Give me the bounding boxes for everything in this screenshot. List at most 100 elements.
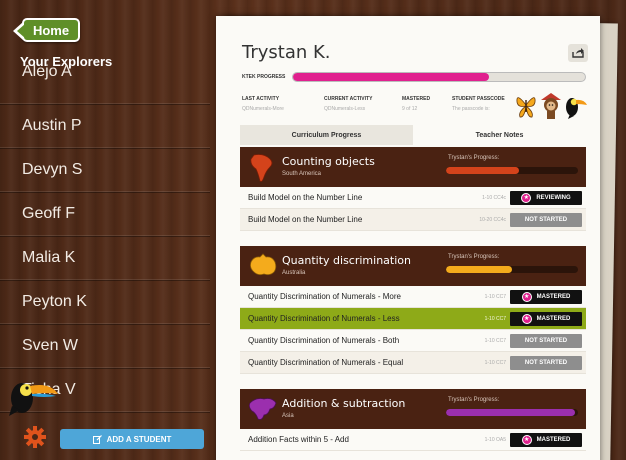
last-activity: LAST ACTIVITY QDNumerals-More	[242, 96, 284, 112]
status-badge: NOT STARTED	[510, 333, 582, 348]
australia-map-icon	[250, 253, 277, 276]
star-icon: ★	[521, 434, 532, 445]
student-item[interactable]: Peyton K	[0, 280, 210, 324]
lesson-row[interactable]: Quantity Discrimination of Numerals - Le…	[240, 308, 586, 330]
student-item[interactable]: Alejo A	[0, 60, 210, 104]
section-progress-label: Trystan's Progress:	[448, 155, 500, 161]
lesson-row[interactable]: Quantity Discrimination of Numerals - Bo…	[240, 330, 586, 352]
lesson-standard: 1-10 CC7	[484, 359, 506, 366]
star-icon: ★	[521, 291, 532, 302]
tab-bar: Curriculum Progress Teacher Notes	[240, 125, 586, 145]
section-title: Addition & subtraction	[282, 397, 406, 410]
student-name: Devyn S	[22, 160, 83, 178]
lesson-name: Addition Facts within 5 - Add	[248, 435, 349, 444]
ktek-progress-fill	[293, 73, 489, 81]
status-label: NOT STARTED	[524, 216, 568, 223]
status-label: MASTERED	[536, 293, 571, 300]
status-label: NOT STARTED	[524, 337, 568, 344]
student-name: Malia K	[22, 248, 76, 266]
passcode-label: STUDENT PASSCODE	[452, 96, 505, 102]
current-activity-label: CURRENT ACTIVITY	[324, 96, 373, 102]
section-progress-label: Trystan's Progress:	[448, 397, 500, 403]
toucan-passcode-icon	[566, 98, 587, 119]
lesson-standard: 10-20 CC4c	[479, 216, 506, 223]
lesson-row[interactable]: Addition Facts within 5 - Add 1-10 OA5 ★…	[240, 429, 586, 451]
lesson-row[interactable]: Build Model on the Number Line 1-10 CC4c…	[240, 187, 586, 209]
section-title: Counting objects	[282, 155, 375, 168]
lesson-name: Quantity Discrimination of Numerals - Eq…	[248, 358, 404, 367]
lesson-standard: 1-10 CC7	[484, 293, 506, 300]
star-icon: ★	[521, 192, 532, 203]
student-passcode: STUDENT PASSCODE The passcode is:	[452, 96, 505, 112]
section-progress-bar	[446, 266, 578, 273]
status-badge: ★ MASTERED	[510, 432, 582, 447]
home-label: Home	[32, 22, 70, 38]
student-detail-panel: Trystan K. KTEK PROGRESS LAST ACTIVITY Q…	[216, 16, 600, 460]
south-america-map-icon	[250, 154, 273, 182]
sidebar: Home Your Explorers Alejo A Austin P Dev…	[0, 0, 210, 460]
section-progress-bar	[446, 409, 578, 416]
lesson-standard: 1-10 CC7	[484, 315, 506, 322]
student-item[interactable]: Geoff F	[0, 192, 210, 236]
lesson-name: Build Model on the Number Line	[248, 215, 363, 224]
tab-curriculum-progress[interactable]: Curriculum Progress	[240, 125, 413, 145]
student-item[interactable]: Devyn S	[0, 148, 210, 192]
section-subtitle: South America	[282, 171, 322, 177]
section-header: Counting objects South America Trystan's…	[240, 147, 586, 187]
lesson-row[interactable]: Quantity Discrimination of Numerals - Mo…	[240, 286, 586, 308]
butterfly-icon	[516, 97, 536, 118]
status-label: MASTERED	[536, 315, 571, 322]
edit-icon	[92, 434, 102, 444]
add-student-button[interactable]: ADD A STUDENT	[60, 429, 204, 449]
mastered-value: 9 of 12	[402, 106, 418, 112]
lesson-name: Quantity Discrimination of Numerals - Bo…	[248, 336, 400, 345]
asia-map-icon	[248, 398, 277, 420]
section-progress-bar	[446, 167, 578, 174]
lesson-name: Quantity Discrimination of Numerals - Mo…	[248, 292, 401, 301]
add-student-label: ADD A STUDENT	[106, 434, 172, 444]
section-subtitle: Asia	[282, 413, 294, 419]
student-name: Sven W	[22, 336, 79, 354]
section-header: Quantity discrimination Australia Trysta…	[240, 246, 586, 286]
lesson-name: Build Model on the Number Line	[248, 193, 363, 202]
status-badge: ★ MASTERED	[510, 311, 582, 326]
section-progress-label: Trystan's Progress:	[448, 254, 500, 260]
last-activity-value: QDNumerals-More	[242, 106, 284, 112]
status-badge: NOT STARTED	[510, 212, 582, 227]
share-button[interactable]	[568, 44, 588, 62]
status-label: NOT STARTED	[524, 359, 568, 366]
current-activity: CURRENT ACTIVITY QDNumerals-Less	[324, 96, 372, 112]
section-subtitle: Australia	[282, 270, 306, 276]
mastered-label: MASTERED	[402, 96, 431, 102]
last-activity-label: LAST ACTIVITY	[242, 96, 280, 102]
lesson-name: Quantity Discrimination of Numerals - Le…	[248, 314, 400, 323]
student-name: Austin P	[22, 116, 82, 134]
share-icon	[572, 48, 584, 58]
status-label: MASTERED	[536, 436, 571, 443]
student-item[interactable]: Austin P	[0, 104, 210, 148]
section-progress-fill	[446, 266, 512, 273]
student-name: Peyton K	[22, 292, 87, 310]
status-badge: ★ MASTERED	[510, 289, 582, 304]
ktek-progress-bar	[292, 72, 586, 82]
home-button[interactable]: Home	[13, 18, 80, 42]
lesson-row[interactable]: Build Model on the Number Line 10-20 CC4…	[240, 209, 586, 231]
gear-icon[interactable]	[24, 426, 46, 448]
student-item[interactable]: Sven W	[0, 324, 210, 368]
lesson-row[interactable]: Quantity Discrimination of Numerals - Eq…	[240, 352, 586, 374]
student-name: Alejo A	[22, 62, 72, 80]
lesson-standard: 1-10 OA5	[484, 436, 506, 443]
student-item[interactable]: Malia K	[0, 236, 210, 280]
current-activity-value: QDNumerals-Less	[324, 106, 366, 112]
section-header: Addition & subtraction Asia Trystan's Pr…	[240, 389, 586, 429]
tab-teacher-notes[interactable]: Teacher Notes	[413, 125, 586, 145]
section-progress-fill	[446, 167, 519, 174]
toucan-icon	[9, 383, 58, 416]
monkey-icon	[541, 93, 561, 119]
section-title: Quantity discrimination	[282, 254, 411, 267]
lesson-standard: 1-10 CC4c	[482, 194, 506, 201]
page-title: Trystan K.	[242, 42, 331, 63]
passcode-value: The passcode is:	[452, 106, 490, 112]
star-icon: ★	[521, 313, 532, 324]
passcode-animals	[516, 93, 587, 119]
